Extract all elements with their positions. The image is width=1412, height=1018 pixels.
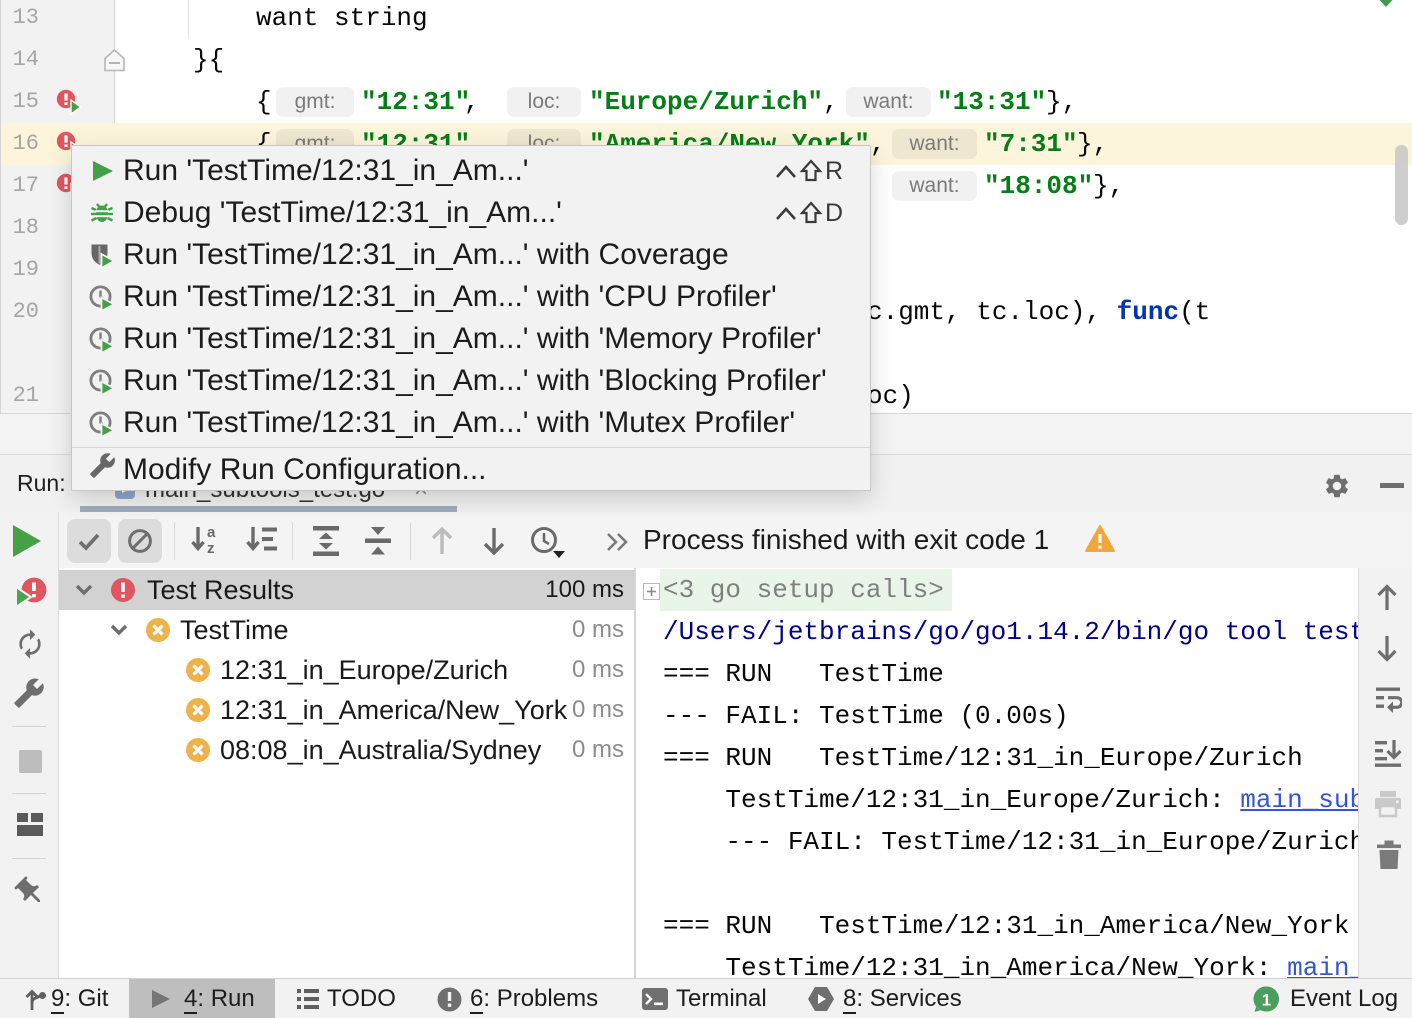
- svg-text:a: a: [207, 525, 216, 541]
- svg-text:1: 1: [1262, 991, 1271, 1010]
- svg-text:z: z: [207, 540, 215, 557]
